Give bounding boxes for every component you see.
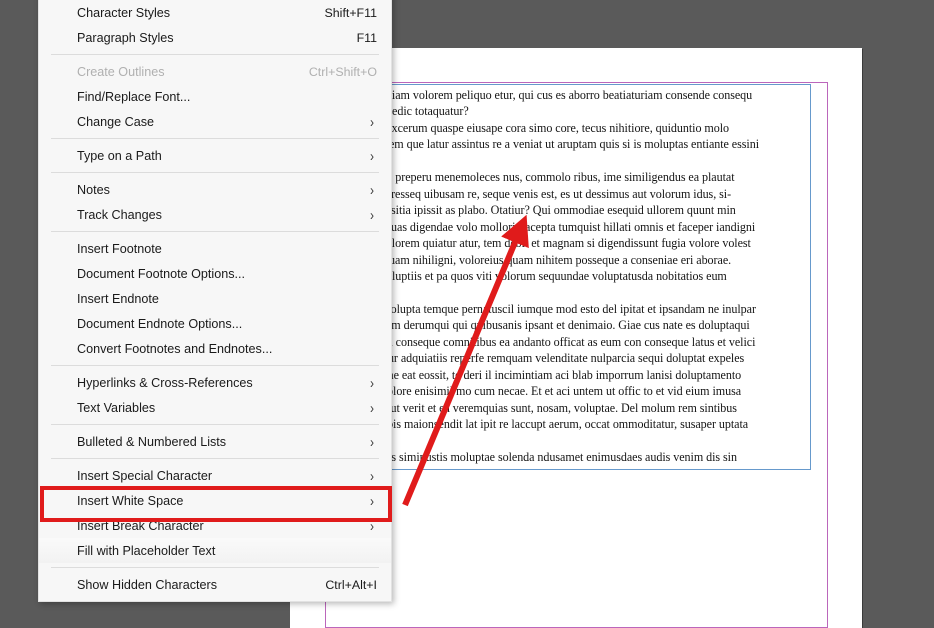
menu-item-character-styles[interactable]: Character Styles Shift+F11 — [39, 0, 391, 25]
text-frame[interactable]: odi di conse sitiam volorem peliquo etur… — [327, 84, 811, 470]
menu-separator — [51, 54, 379, 55]
menu-item-track-changes[interactable]: Track Changes › — [39, 202, 391, 227]
menu-item-label: Bulleted & Numbered Lists — [77, 434, 227, 449]
menu-item-label: Change Case — [77, 114, 155, 129]
menu-item-paragraph-styles[interactable]: Paragraph Styles F11 — [39, 25, 391, 50]
menu-item-label: Character Styles — [77, 5, 171, 20]
menu-item-label: Text Variables — [77, 400, 156, 415]
menu-item-label: Create Outlines — [77, 64, 165, 79]
menu-item-create-outlines: Create Outlines Ctrl+Shift+O — [39, 59, 391, 84]
menu-item-label: Insert Footnote — [77, 241, 162, 256]
menu-item-label: Notes — [77, 182, 110, 197]
menu-item-convert-footnotes-and-endnotes[interactable]: Convert Footnotes and Endnotes... — [39, 336, 391, 361]
menu-separator — [51, 231, 379, 232]
menu-item-insert-break-character[interactable]: Insert Break Character › — [39, 513, 391, 538]
menu-item-label: Paragraph Styles — [77, 30, 174, 45]
chevron-right-icon: › — [370, 180, 374, 199]
menu-item-shortcut: Ctrl+Alt+I — [325, 577, 377, 592]
document-canvas: odi di conse sitiam volorem peliquo etur… — [0, 0, 934, 628]
menu-item-label: Document Endnote Options... — [77, 316, 243, 331]
chevron-right-icon: › — [370, 398, 374, 417]
menu-item-insert-footnote[interactable]: Insert Footnote — [39, 236, 391, 261]
menu-separator — [51, 458, 379, 459]
menu-item-insert-endnote[interactable]: Insert Endnote — [39, 286, 391, 311]
menu-item-shortcut: F11 — [356, 30, 377, 45]
menu-item-type-on-a-path[interactable]: Type on a Path › — [39, 143, 391, 168]
chevron-right-icon: › — [370, 205, 374, 224]
chevron-right-icon: › — [370, 432, 374, 451]
menu-separator — [51, 138, 379, 139]
menu-item-document-footnote-options[interactable]: Document Footnote Options... — [39, 261, 391, 286]
menu-item-document-endnote-options[interactable]: Document Endnote Options... — [39, 311, 391, 336]
placeholder-text: odi di conse sitiam volorem peliquo etur… — [328, 88, 759, 469]
menu-item-label: Show Hidden Characters — [77, 577, 218, 592]
menu-item-label: Convert Footnotes and Endnotes... — [77, 341, 273, 356]
menu-separator — [51, 365, 379, 366]
chevron-right-icon: › — [370, 516, 374, 535]
chevron-right-icon: › — [370, 373, 374, 392]
type-menu[interactable]: Character Styles Shift+F11 Paragraph Style… — [38, 0, 392, 602]
menu-item-label: Insert Special Character — [77, 468, 213, 483]
chevron-right-icon: › — [370, 146, 374, 165]
menu-item-find-replace-font[interactable]: Find/Replace Font... — [39, 84, 391, 109]
menu-item-label: Document Footnote Options... — [77, 266, 246, 281]
chevron-right-icon: › — [370, 491, 374, 510]
menu-item-change-case[interactable]: Change Case › — [39, 109, 391, 134]
menu-item-label: Find/Replace Font... — [77, 89, 191, 104]
menu-item-label: Track Changes — [77, 207, 162, 222]
menu-separator — [51, 172, 379, 173]
menu-item-hyperlinks-cross-references[interactable]: Hyperlinks & Cross-References › — [39, 370, 391, 395]
menu-separator — [51, 424, 379, 425]
menu-item-notes[interactable]: Notes › — [39, 177, 391, 202]
menu-item-fill-with-placeholder-text[interactable]: Fill with Placeholder Text — [39, 538, 391, 563]
menu-item-label: Type on a Path — [77, 148, 162, 163]
menu-item-label: Insert Endnote — [77, 291, 159, 306]
chevron-right-icon: › — [370, 112, 374, 131]
menu-item-label: Hyperlinks & Cross-References — [77, 375, 253, 390]
menu-item-label: Fill with Placeholder Text — [77, 543, 216, 558]
menu-item-show-hidden-characters[interactable]: Show Hidden Characters Ctrl+Alt+I — [39, 572, 391, 597]
chevron-right-icon: › — [370, 466, 374, 485]
menu-item-shortcut: Shift+F11 — [324, 5, 377, 20]
menu-item-insert-white-space[interactable]: Insert White Space › — [39, 488, 391, 513]
menu-item-label: Insert White Space — [77, 493, 184, 508]
menu-item-shortcut: Ctrl+Shift+O — [308, 64, 377, 79]
menu-item-insert-special-character[interactable]: Insert Special Character › — [39, 463, 391, 488]
menu-item-text-variables[interactable]: Text Variables › — [39, 395, 391, 420]
menu-item-bulleted-numbered-lists[interactable]: Bulleted & Numbered Lists › — [39, 429, 391, 454]
menu-separator — [51, 567, 379, 568]
menu-item-label: Insert Break Character — [77, 518, 204, 533]
